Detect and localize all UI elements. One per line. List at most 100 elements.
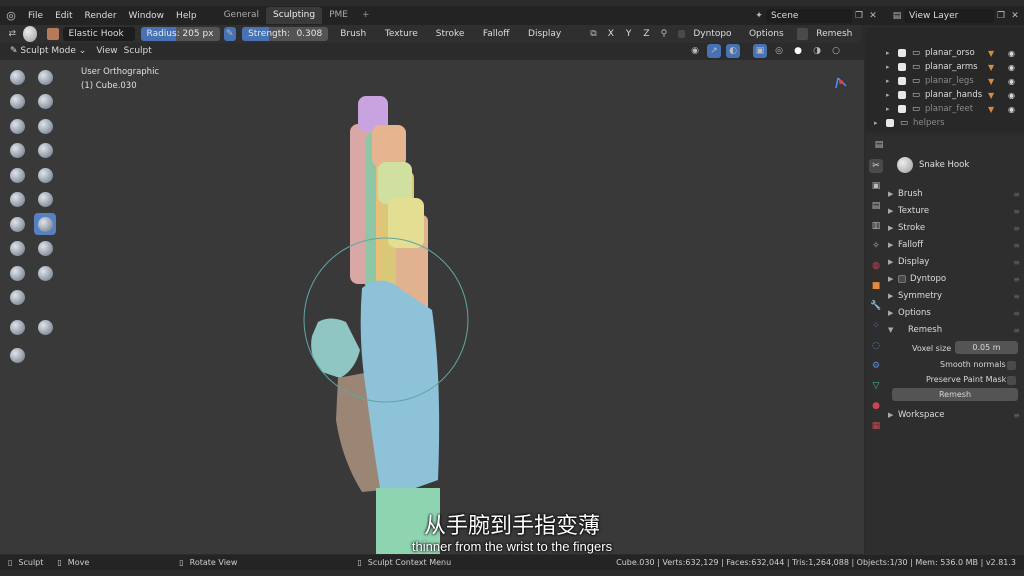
properties-editor-icon[interactable]: ▤ [872, 138, 886, 152]
world-icon[interactable]: ◍ [869, 259, 883, 273]
material-icon[interactable]: ● [869, 399, 883, 413]
sculpt-tool-10[interactable] [6, 189, 28, 211]
tab-sculpting[interactable]: Sculpting [266, 7, 323, 24]
sculpt-tool-4[interactable] [6, 115, 28, 137]
section-symmetry[interactable]: ▶ Symmetry ≡ [888, 288, 1022, 304]
section-workspace[interactable]: ▶ Workspace ≡ [888, 407, 1022, 423]
drag-grip-icon[interactable]: ≡ [1013, 309, 1020, 318]
constraints-icon[interactable]: ⚙ [869, 359, 883, 373]
visibility-icon[interactable]: ◉ [688, 44, 702, 58]
texture-icon[interactable]: ▦ [869, 419, 883, 433]
new-scene-icon[interactable]: ❐ [852, 9, 866, 23]
render-icon[interactable]: ▣ [869, 179, 883, 193]
stroke-dropdown[interactable]: Stroke ⌄ [432, 27, 475, 53]
remesh-dropdown[interactable]: Remesh ⌄ [812, 27, 862, 53]
3d-viewport[interactable]: User Orthographic (1) Cube.030 从手腕到手指变薄 … [0, 60, 864, 554]
visibility-eye-icon[interactable]: ◉ [1008, 63, 1015, 72]
strength-slider[interactable]: Strength: 0.308 [242, 27, 329, 41]
particles-icon[interactable]: ⁘ [869, 319, 883, 333]
expand-arrow-icon[interactable]: ▸ [874, 119, 886, 127]
outliner-row[interactable]: ▸ ▭ planar_legs ▼ ◉ [866, 74, 1024, 88]
scene-icon[interactable]: ✧ [869, 239, 883, 253]
sculpt-tool-11[interactable] [34, 189, 56, 211]
sculpt-tool-16[interactable] [6, 262, 28, 284]
physics-icon[interactable]: ◌ [869, 339, 883, 353]
pressure-radius-icon[interactable]: ✎ [223, 27, 237, 41]
preserve-paint-mask-checkbox[interactable] [1007, 376, 1016, 385]
sculpt-tool-6[interactable] [6, 140, 28, 162]
axis-x-toggle[interactable]: X [604, 27, 618, 41]
drag-grip-icon[interactable]: ≡ [1013, 224, 1020, 233]
modifier-icon[interactable]: 🔧 [869, 299, 883, 313]
collection-name[interactable]: planar_hands [925, 90, 982, 100]
sculpt-tool-18[interactable] [6, 287, 28, 309]
smooth-normals-checkbox[interactable] [1007, 361, 1016, 370]
brush-dropdown[interactable]: Brush ⌄ [336, 27, 377, 53]
collection-checkbox[interactable] [898, 77, 906, 85]
brush-preview-icon[interactable] [22, 26, 37, 42]
voxel-size-field[interactable]: 0.05 m [955, 341, 1018, 354]
display-dropdown[interactable]: Display ⌄ [524, 27, 571, 53]
sculpt-tool-19[interactable] [6, 316, 28, 338]
mirror-icon[interactable]: ⧉ [587, 27, 600, 41]
sculpt-tool-12[interactable] [6, 213, 28, 235]
radius-slider[interactable]: Radius: 205 px [140, 27, 220, 41]
collection-name[interactable]: planar_arms [925, 62, 978, 72]
visibility-eye-icon[interactable]: ◉ [1008, 91, 1015, 100]
sculpt-tool-15[interactable] [34, 238, 56, 260]
expand-arrow-icon[interactable]: ▸ [886, 63, 898, 71]
collection-name[interactable]: planar_feet [925, 104, 973, 114]
overlay-icon[interactable]: ◐ [726, 44, 740, 58]
xray-icon[interactable]: ▣ [753, 44, 767, 58]
sculpt-menu[interactable]: Sculpt [124, 46, 152, 56]
sculpt-tool-3[interactable] [34, 91, 56, 113]
tool-switch-icon[interactable]: ⇄ [6, 27, 19, 41]
dyntopo-panel-checkbox[interactable] [898, 275, 906, 283]
blender-logo-icon[interactable]: ◎ [0, 9, 22, 22]
visibility-eye-icon[interactable]: ◉ [1008, 49, 1015, 58]
tool-icon[interactable]: ✂ [869, 159, 883, 173]
collection-name[interactable]: planar_legs [925, 76, 974, 86]
sculpt-tool-2[interactable] [6, 91, 28, 113]
view-layer-name[interactable]: View Layer [904, 8, 994, 23]
dyntopo-checkbox[interactable] [678, 30, 686, 38]
section-brush[interactable]: ▶ Brush ≡ [888, 186, 1022, 202]
new-layer-icon[interactable]: ❐ [994, 9, 1008, 23]
add-workspace-button[interactable]: + [355, 7, 377, 24]
tab-general[interactable]: General [217, 7, 266, 24]
expand-arrow-icon[interactable]: ▸ [886, 49, 898, 57]
dyntopo-dropdown[interactable]: Dyntopo ⌄ [689, 27, 741, 53]
material-shading-icon[interactable]: ◑ [810, 44, 824, 58]
sculpt-tool-1[interactable] [34, 66, 56, 88]
outliner-row[interactable]: ▸ ▭ planar_arms ▼ ◉ [866, 60, 1024, 74]
view-menu[interactable]: View [96, 46, 117, 56]
remesh-icon[interactable] [797, 28, 809, 40]
drag-grip-icon[interactable]: ≡ [1013, 326, 1020, 335]
scene-selector[interactable]: ✦ Scene ❐ ✕ [752, 8, 880, 23]
visibility-eye-icon[interactable]: ◉ [1008, 105, 1015, 114]
menu-window[interactable]: Window [123, 11, 171, 21]
gizmo-icon[interactable]: ↗ [707, 44, 721, 58]
output-icon[interactable]: ▤ [869, 199, 883, 213]
drag-grip-icon[interactable]: ≡ [1013, 258, 1020, 267]
axis-y-toggle[interactable]: Y [622, 27, 636, 41]
sculpt-tool-17[interactable] [34, 262, 56, 284]
mode-selector[interactable]: ✎ Sculpt Mode ⌄ [6, 44, 90, 58]
collection-checkbox[interactable] [898, 91, 906, 99]
sculpt-tool-13[interactable] [34, 213, 56, 235]
drag-grip-icon[interactable]: ≡ [1013, 275, 1020, 284]
collection-checkbox[interactable] [898, 49, 906, 57]
menu-render[interactable]: Render [79, 11, 123, 21]
brush-thumb-icon[interactable] [46, 28, 60, 40]
symmetry-lock-icon[interactable]: ⚲ [658, 27, 671, 41]
menu-file[interactable]: File [22, 11, 49, 21]
collection-checkbox[interactable] [898, 63, 906, 71]
view-layer-selector[interactable]: ▤ View Layer ❐ ✕ [890, 8, 1022, 23]
section-display[interactable]: ▶ Display ≡ [888, 254, 1022, 270]
data-icon[interactable]: ▽ [869, 379, 883, 393]
drag-grip-icon[interactable]: ≡ [1013, 241, 1020, 250]
drag-grip-icon[interactable]: ≡ [1013, 411, 1020, 420]
section-dyntopo[interactable]: ▶ Dyntopo ≡ [888, 271, 1022, 287]
scene-name[interactable]: Scene [766, 8, 852, 23]
section-stroke[interactable]: ▶ Stroke ≡ [888, 220, 1022, 236]
